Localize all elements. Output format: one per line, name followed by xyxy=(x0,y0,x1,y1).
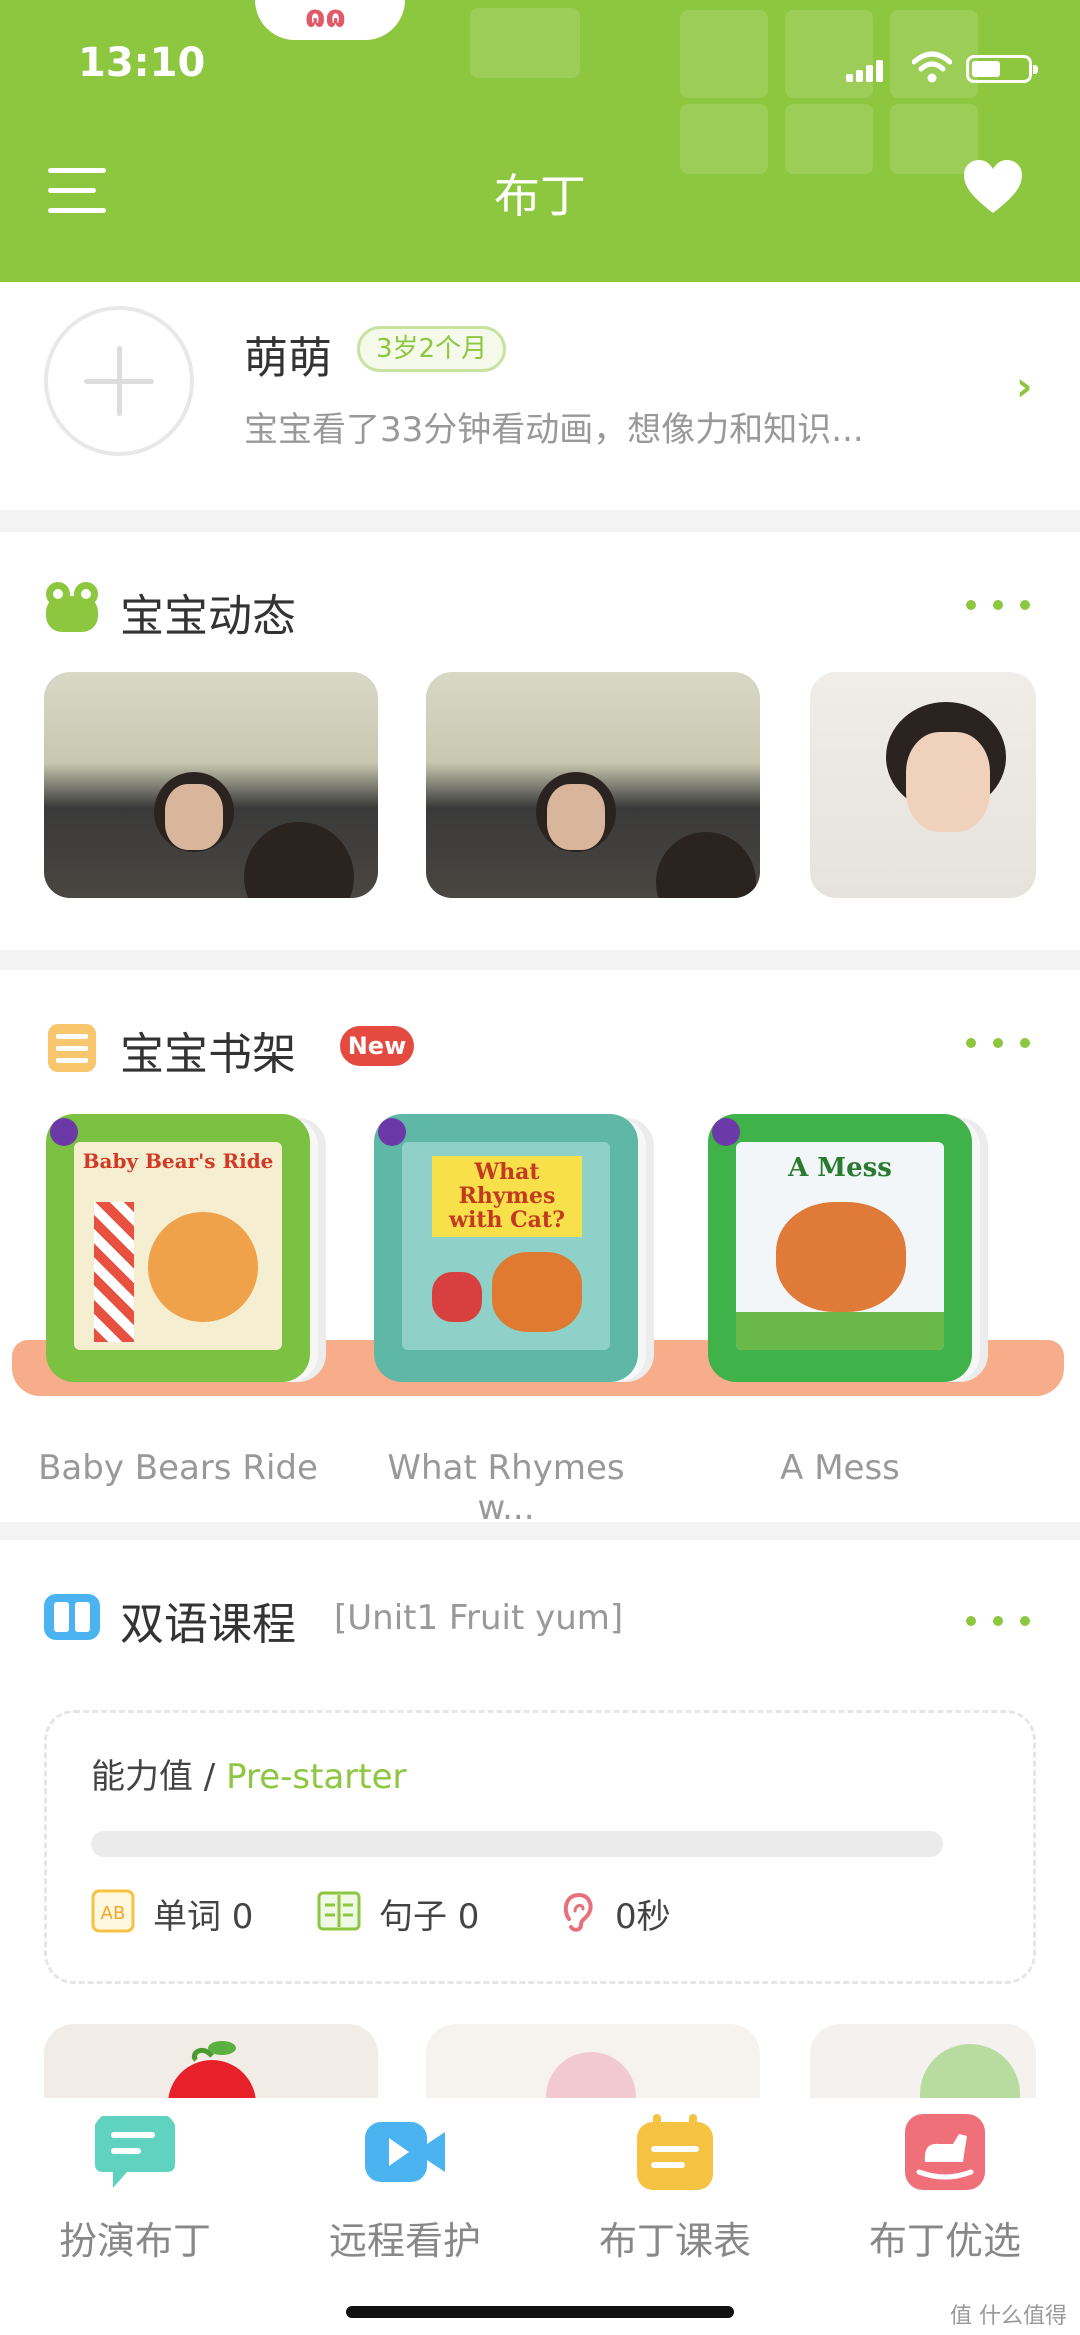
book-badge-icon xyxy=(378,1118,406,1146)
cover-title: What Rhymes with Cat? xyxy=(432,1156,582,1237)
book-title[interactable]: Baby Bears Ride xyxy=(28,1448,328,1488)
new-badge: New xyxy=(340,1026,414,1066)
ability-level: Pre-starter xyxy=(226,1757,407,1797)
word-icon: AB xyxy=(91,1889,135,1933)
svg-text:AB: AB xyxy=(101,1903,126,1924)
bottom-tab-bar: 扮演布丁 远程看护 布丁课表 布丁优选 xyxy=(0,2098,1080,2335)
rocking-horse-icon xyxy=(905,2114,985,2190)
child-profile-card[interactable]: 萌萌 3岁2个月 宝宝看了33分钟看动画，想像力和知识... › xyxy=(0,282,1080,510)
book-cover: What Rhymes with Cat? xyxy=(402,1142,610,1350)
section-title: 宝宝书架 xyxy=(120,1029,296,1080)
ear-icon xyxy=(563,1892,593,1932)
home-indicator[interactable] xyxy=(346,2306,734,2318)
profile-summary: 宝宝看了33分钟看动画，想像力和知识... xyxy=(244,410,864,450)
tab-schedule[interactable]: 布丁课表 xyxy=(540,2112,810,2302)
course-unit: [Unit1 Fruit yum] xyxy=(334,1598,624,1638)
tab-role-play[interactable]: 扮演布丁 xyxy=(0,2112,270,2302)
book-cover: A Mess xyxy=(736,1142,944,1350)
tab-label: 布丁课表 xyxy=(598,2219,751,2263)
ability-label: 能力值 / Pre-starter xyxy=(91,1749,407,1798)
book-cover: Baby Bear's Ride xyxy=(74,1142,282,1350)
book-badge-icon xyxy=(712,1118,740,1146)
dynamic-photo[interactable] xyxy=(44,672,378,898)
battery-icon xyxy=(966,55,1038,83)
cover-title: Baby Bear's Ride xyxy=(82,1149,274,1173)
ability-card[interactable]: 能力值 / Pre-starter AB 单词 0 句子 0 0秒 xyxy=(44,1710,1036,1984)
dynamic-photo[interactable] xyxy=(426,672,760,898)
age-badge: 3岁2个月 xyxy=(357,326,507,372)
chevron-right-icon[interactable]: › xyxy=(1016,364,1032,410)
sentence-icon xyxy=(317,1891,361,1931)
baby-dynamics-section: 宝宝动态 xyxy=(0,532,1080,950)
status-time: 13:10 xyxy=(78,40,206,86)
tab-remote-care[interactable]: 远程看护 xyxy=(270,2112,540,2302)
heart-icon[interactable] xyxy=(962,158,1024,216)
wifi-icon xyxy=(912,51,952,83)
app-header: ɷɷ 13:10 布丁 xyxy=(0,0,1080,282)
calendar-icon xyxy=(637,2114,713,2190)
cover-title: A Mess xyxy=(788,1153,892,1183)
book-card[interactable]: What Rhymes with Cat? xyxy=(374,1114,638,1382)
chat-bubble-icon xyxy=(95,2116,175,2188)
bilingual-course-section: 双语课程 [Unit1 Fruit yum] 能力值 / Pre-starter… xyxy=(0,1540,1080,2134)
bookshelf-section: 宝宝书架 New Baby Bear's Ride Baby Bears Rid… xyxy=(0,970,1080,1528)
section-title: 双语课程 xyxy=(120,1599,296,1650)
bookshelf-icon xyxy=(48,1024,96,1072)
watermark: 值 什么值得买 xyxy=(950,2304,1067,2329)
cover-art xyxy=(776,1202,906,1312)
add-avatar-button[interactable] xyxy=(44,306,194,456)
ability-label-text: 能力值 / xyxy=(91,1757,227,1797)
cover-art xyxy=(492,1252,582,1332)
page-title: 布丁 xyxy=(494,169,586,223)
header-pattern xyxy=(785,10,873,98)
child-name: 萌萌 xyxy=(244,333,332,384)
sentence-count: 句子 0 xyxy=(379,1897,480,1937)
video-camera-icon xyxy=(365,2122,445,2182)
more-dots-icon[interactable] xyxy=(966,596,1030,612)
book-title[interactable]: A Mess xyxy=(690,1448,990,1488)
header-pattern xyxy=(680,10,768,98)
cover-art xyxy=(148,1212,258,1322)
cover-art xyxy=(94,1202,134,1342)
header-pattern xyxy=(470,8,580,78)
book-badge-icon xyxy=(50,1118,78,1146)
tab-label: 远程看护 xyxy=(328,2219,481,2263)
book-icon xyxy=(44,1594,100,1640)
word-count: 单词 0 xyxy=(153,1897,254,1937)
dynamic-photo[interactable] xyxy=(810,672,1036,898)
more-dots-icon[interactable] xyxy=(966,1612,1030,1628)
more-dots-icon[interactable] xyxy=(966,1034,1030,1050)
cover-art xyxy=(432,1272,482,1322)
book-card[interactable]: Baby Bear's Ride xyxy=(46,1114,310,1382)
tab-shop[interactable]: 布丁优选 xyxy=(810,2112,1080,2302)
tab-label: 扮演布丁 xyxy=(58,2219,211,2263)
frog-icon xyxy=(46,582,98,632)
signal-icon xyxy=(846,60,886,82)
book-title[interactable]: What Rhymes w... xyxy=(356,1448,656,1528)
cover-art xyxy=(736,1312,944,1350)
section-title: 宝宝动态 xyxy=(120,591,296,642)
listening-time: 0秒 xyxy=(615,1897,671,1937)
book-card[interactable]: A Mess xyxy=(708,1114,972,1382)
ability-progress-bar xyxy=(91,1831,943,1857)
tab-label: 布丁优选 xyxy=(868,2219,1021,2263)
bubble-glyph: ɷɷ xyxy=(305,0,346,35)
